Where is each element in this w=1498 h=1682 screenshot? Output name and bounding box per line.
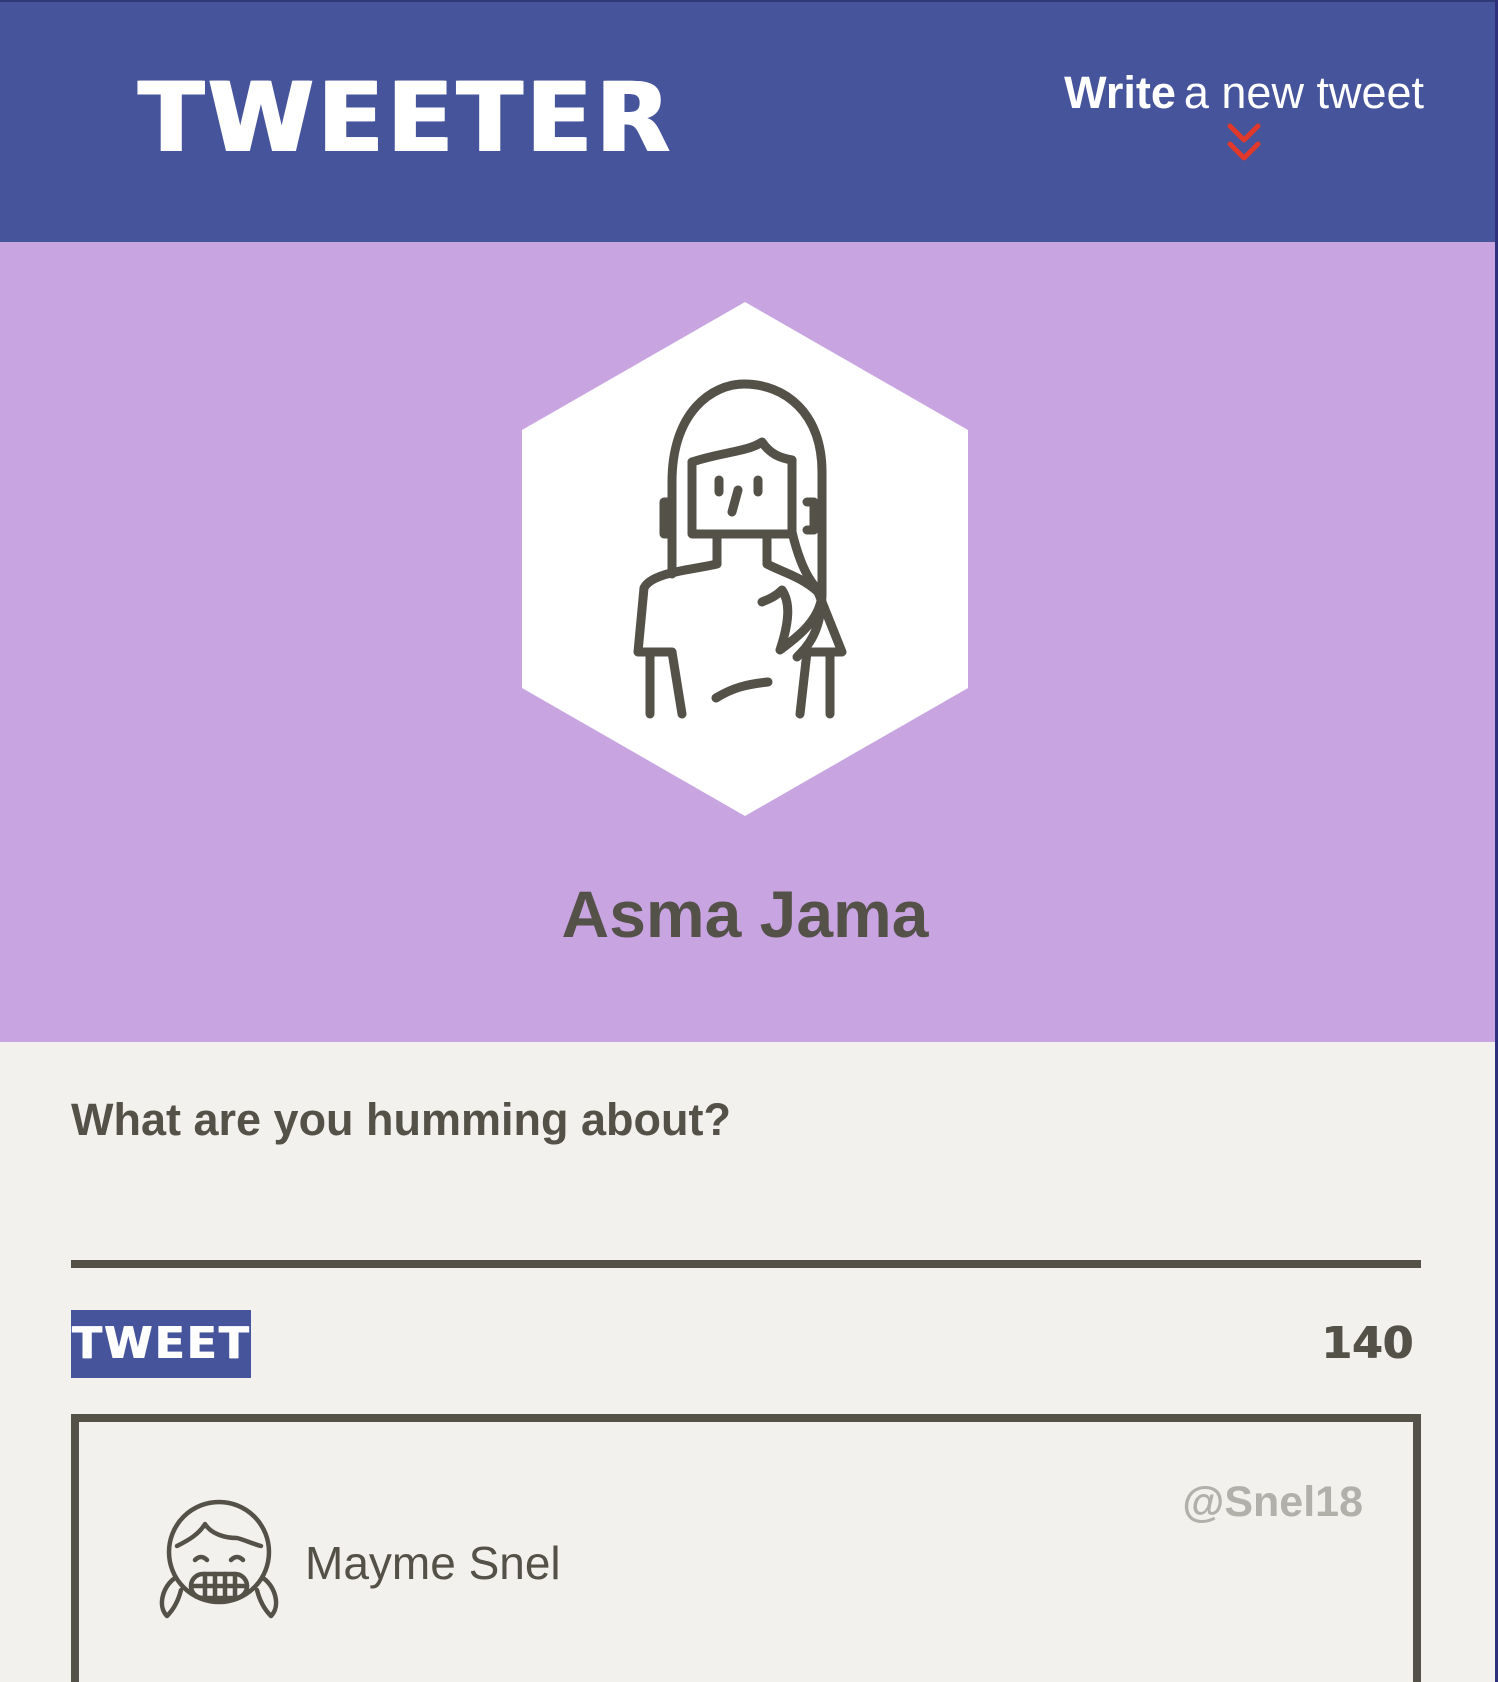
write-new-tweet-toggle[interactable]: Write a new tweet xyxy=(1064,68,1424,166)
tweet-button[interactable]: TWEET xyxy=(71,1310,251,1378)
double-chevron-down-icon xyxy=(1227,123,1261,160)
character-counter: 140 xyxy=(1321,1318,1413,1369)
profile-banner: Asma Jama xyxy=(0,242,1498,1042)
tweet-card: Mayme Snel @Snel18 xyxy=(71,1414,1421,1682)
girl-grinning-avatar-icon xyxy=(159,1499,279,1619)
write-new-tweet-label: Write a new tweet xyxy=(1064,68,1424,118)
profile-avatar xyxy=(522,302,968,816)
tweet-author-name: Mayme Snel xyxy=(305,1537,561,1589)
compose-label: What are you humming about? xyxy=(71,1094,731,1145)
profile-name: Asma Jama xyxy=(561,877,929,951)
write-label-rest: a new tweet xyxy=(1183,67,1424,118)
app-logo[interactable]: TWEETER xyxy=(138,70,674,166)
write-label-strong: Write xyxy=(1064,67,1176,118)
tweet-input[interactable] xyxy=(71,1172,1421,1268)
app-header: TWEETER Write a new tweet xyxy=(0,0,1498,242)
tweet-author-handle: @Snel18 xyxy=(1182,1478,1363,1526)
page: TWEETER Write a new tweet Asma Jama What… xyxy=(0,0,1498,1682)
hexagon-frame xyxy=(522,302,968,816)
